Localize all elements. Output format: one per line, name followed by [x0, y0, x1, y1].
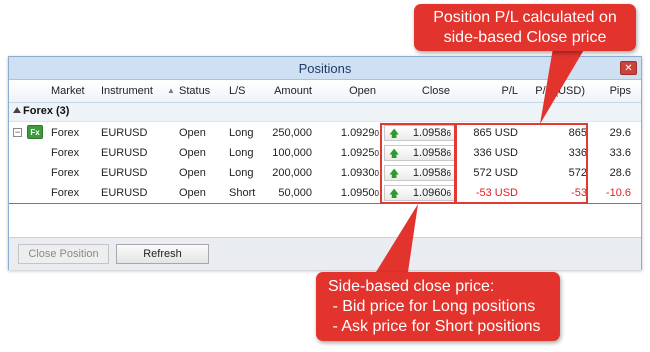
pl-callout-line1: Position P/L calculated on: [433, 9, 617, 26]
bottom-callout-pointer: [376, 204, 418, 272]
close-price-callout-line1: Side-based close price:: [328, 278, 495, 295]
close-price-callout-line2: - Bid price for Long positions: [328, 298, 536, 315]
pl-callout: Position P/L calculated on side-based Cl…: [414, 4, 636, 51]
close-price-callout-line3: - Ask price for Short positions: [328, 318, 541, 335]
close-price-callout: Side-based close price: - Bid price for …: [316, 272, 560, 341]
top-callout-pointer: [540, 48, 585, 124]
pl-callout-line2: side-based Close price: [443, 29, 607, 46]
